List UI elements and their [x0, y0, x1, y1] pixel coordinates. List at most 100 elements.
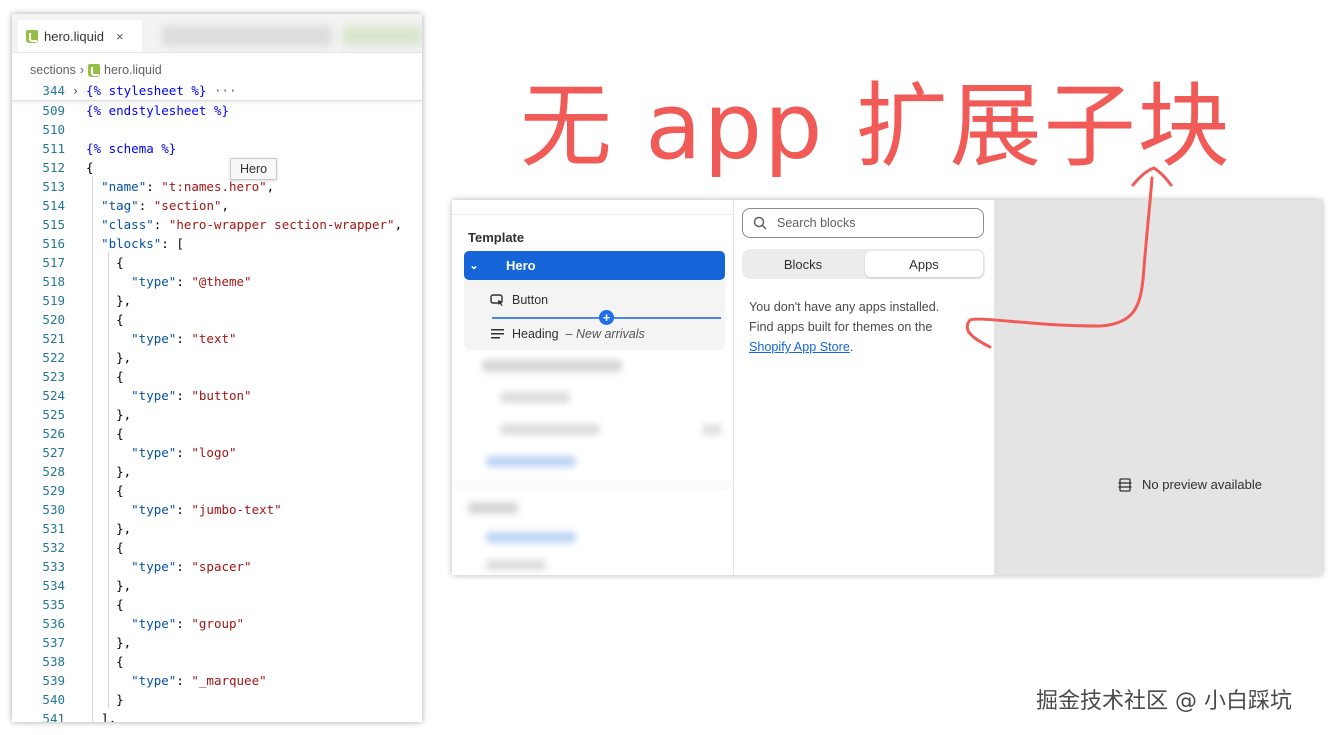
fold-gutter — [65, 557, 86, 576]
fold-gutter — [65, 329, 86, 348]
blurred-item — [500, 392, 570, 403]
code-line[interactable]: 530 "type": "jumbo-text" — [12, 500, 422, 519]
code-line[interactable]: 517 { — [12, 253, 422, 272]
block-item-button[interactable]: Button — [490, 288, 548, 312]
code-line[interactable]: 540 } — [12, 690, 422, 709]
fold-gutter — [65, 519, 86, 538]
code-line[interactable]: 524 "type": "button" — [12, 386, 422, 405]
fold-chevron-icon[interactable]: › — [65, 81, 86, 100]
code-line[interactable]: 515 "class": "hero-wrapper section-wrapp… — [12, 215, 422, 234]
fold-gutter — [65, 253, 86, 272]
button-block-icon — [490, 294, 503, 306]
code-line[interactable]: 509 {% endstylesheet %} — [12, 101, 422, 120]
code-line[interactable]: 513 "name": "t:names.hero", — [12, 177, 422, 196]
code-line[interactable]: 512 { — [12, 158, 422, 177]
message-line-2: Find apps built for themes on the — [749, 320, 933, 334]
line-number: 525 — [42, 407, 65, 422]
breadcrumb-file[interactable]: hero.liquid — [104, 63, 162, 77]
code-line[interactable]: 541 ], — [12, 709, 422, 722]
code-text: "type": "@theme" — [131, 274, 252, 289]
line-number: 530 — [42, 502, 65, 517]
code-line[interactable]: 344 › {% stylesheet %} ··· — [12, 81, 422, 101]
code-line[interactable]: 526 { — [12, 424, 422, 443]
code-line[interactable]: 525 }, — [12, 405, 422, 424]
no-preview-message: No preview available — [1118, 477, 1262, 492]
section-thumbnail-icon — [484, 258, 500, 274]
code-text: "tag": "section", — [101, 198, 230, 213]
section-item-hero[interactable]: ⌄ Hero — [464, 251, 725, 280]
blurred-item — [486, 560, 546, 570]
code-line[interactable]: 536 "type": "group" — [12, 614, 422, 633]
line-number: 521 — [42, 331, 65, 346]
fold-gutter — [65, 177, 86, 196]
code-line[interactable]: 531 }, — [12, 519, 422, 538]
watermark: 掘金技术社区 @ 小白踩坑 — [1036, 689, 1292, 714]
code-line[interactable]: 519 }, — [12, 291, 422, 310]
search-icon — [753, 216, 767, 230]
code-line[interactable]: 521 "type": "text" — [12, 329, 422, 348]
line-number: 533 — [42, 559, 65, 574]
blurred-item — [482, 360, 622, 372]
code-line[interactable]: 510 — [12, 120, 422, 139]
code-line[interactable]: 535 { — [12, 595, 422, 614]
preview-pane: No preview available — [994, 200, 1322, 575]
fold-gutter — [65, 139, 86, 158]
close-icon[interactable]: × — [116, 29, 124, 44]
block-item-label: Button — [512, 293, 549, 307]
code-line[interactable]: 528 }, — [12, 462, 422, 481]
chevron-down-icon[interactable]: ⌄ — [464, 259, 484, 272]
line-number: 532 — [42, 540, 65, 555]
fold-gutter — [65, 234, 86, 253]
search-blocks-input[interactable]: Search blocks — [742, 208, 984, 238]
app-store-link[interactable]: Shopify App Store — [749, 340, 850, 354]
tab-apps[interactable]: Apps — [865, 251, 983, 277]
code-line[interactable]: 529 { — [12, 481, 422, 500]
code-line[interactable]: 520 { — [12, 310, 422, 329]
code-line[interactable]: 527 "type": "logo" — [12, 443, 422, 462]
code-line[interactable]: 516 "blocks": [ — [12, 234, 422, 253]
code-line[interactable]: 511 {% schema %} — [12, 139, 422, 158]
code-line[interactable]: 532 { — [12, 538, 422, 557]
line-number: 522 — [42, 350, 65, 365]
blurred-tab — [162, 26, 332, 46]
code-line[interactable]: 537 }, — [12, 633, 422, 652]
editor-tab-bar: hero.liquid × — [12, 14, 422, 53]
line-number: 537 — [42, 635, 65, 650]
fold-gutter — [65, 481, 86, 500]
line-number: 531 — [42, 521, 65, 536]
no-apps-message: You don't have any apps installed. Find … — [749, 297, 979, 357]
line-number: 344 — [42, 83, 65, 98]
code-line[interactable]: 523 { — [12, 367, 422, 386]
line-number: 540 — [42, 692, 65, 707]
code-line[interactable]: 538 { — [12, 652, 422, 671]
line-number: 523 — [42, 369, 65, 384]
code-editor-window: hero.liquid × sections › hero.liquid 344… — [12, 14, 422, 722]
line-number: 539 — [42, 673, 65, 688]
code-line[interactable]: 518 "type": "@theme" — [12, 272, 422, 291]
breadcrumb-folder[interactable]: sections — [30, 63, 76, 77]
line-number: 527 — [42, 445, 65, 460]
fold-gutter — [65, 500, 86, 519]
line-number: 510 — [42, 122, 65, 137]
code-line[interactable]: 533 "type": "spacer" — [12, 557, 422, 576]
fold-gutter — [65, 614, 86, 633]
line-number: 513 — [42, 179, 65, 194]
code-line[interactable]: 522 }, — [12, 348, 422, 367]
line-number: 538 — [42, 654, 65, 669]
block-item-heading[interactable]: Heading – New arrivals — [490, 322, 645, 346]
code-area[interactable]: 344 › {% stylesheet %} ··· 509 {% endstylesh… — [12, 81, 422, 722]
code-text: "type": "_marquee" — [131, 673, 267, 688]
fold-gutter — [65, 348, 86, 367]
code-line[interactable]: 534 }, — [12, 576, 422, 595]
code-text: "blocks": [ — [101, 236, 184, 251]
code-line[interactable]: 539 "type": "_marquee" — [12, 671, 422, 690]
editor-tab-hero-liquid[interactable]: hero.liquid × — [18, 20, 142, 52]
code-text: "class": "hero-wrapper section-wrapper", — [101, 217, 403, 232]
tab-blocks[interactable]: Blocks — [744, 251, 862, 277]
text-lines-icon — [491, 329, 504, 339]
fold-gutter — [65, 633, 86, 652]
fold-gutter — [65, 158, 86, 177]
fold-gutter — [65, 690, 86, 709]
line-number: 514 — [42, 198, 65, 213]
code-line[interactable]: 514 "tag": "section", — [12, 196, 422, 215]
